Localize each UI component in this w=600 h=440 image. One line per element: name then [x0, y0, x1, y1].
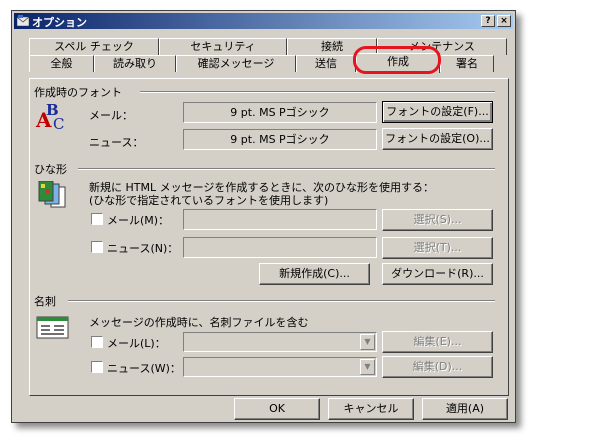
business-card-section-header: 名刺 [34, 295, 56, 308]
tab-spell-check[interactable]: スペル チェック [29, 38, 159, 55]
business-card-icon [36, 316, 69, 339]
close-button[interactable]: × [497, 15, 511, 27]
card-news-label: ニュース(W)： [107, 362, 181, 375]
tab-signatures[interactable]: 署名 [440, 55, 494, 72]
tab-send[interactable]: 送信 [296, 55, 356, 72]
chevron-down-icon[interactable]: ▼ [360, 359, 375, 375]
tab-security[interactable]: セキュリティ [159, 38, 287, 55]
chevron-down-icon[interactable]: ▼ [360, 334, 375, 350]
business-card-section-divider [68, 300, 495, 302]
card-news-checkbox[interactable] [91, 361, 103, 373]
card-mail-dropdown[interactable]: ▼ [183, 332, 377, 352]
news-font-label: ニュース： [89, 136, 144, 149]
stationery-news-checkbox[interactable] [91, 241, 103, 253]
card-mail-checkbox[interactable] [91, 336, 103, 348]
select-mail-stationery-button[interactable]: 選択(S)... [382, 209, 493, 231]
font-section-divider [140, 91, 495, 93]
outlook-express-icon [17, 15, 29, 26]
title-bar[interactable]: オプション ? × [14, 13, 513, 29]
card-mail-label: メール(L)： [107, 337, 166, 350]
help-button[interactable]: ? [481, 15, 495, 27]
font-abc-icon: A B C [35, 101, 64, 133]
create-new-stationery-button[interactable]: 新規作成(C)... [259, 263, 370, 285]
download-stationery-button[interactable]: ダウンロード(R)... [382, 263, 493, 285]
news-font-settings-button[interactable]: フォントの設定(O)... [382, 128, 493, 150]
card-news-dropdown[interactable]: ▼ [183, 357, 377, 377]
apply-button[interactable]: 適用(A) [422, 398, 508, 420]
stationery-font-note: (ひな形で指定されているフォントを使用します) [89, 194, 329, 207]
select-news-stationery-button[interactable]: 選択(T)... [382, 237, 493, 259]
options-dialog: オプション ? × スペル チェック セキュリティ 接続 メンテナンス 全般 読… [11, 10, 516, 423]
tab-general[interactable]: 全般 [29, 55, 94, 72]
stationery-icon [38, 181, 66, 208]
ok-button[interactable]: OK [234, 398, 320, 420]
mail-font-label: メール： [89, 109, 133, 122]
mail-font-settings-button[interactable]: フォントの設定(F)... [382, 101, 493, 123]
tab-receipts[interactable]: 確認メッセージ [176, 55, 296, 72]
tab-read[interactable]: 読み取り [94, 55, 176, 72]
compose-tab-highlight [353, 46, 441, 74]
mail-font-display: 9 pt. MS Pゴシック [183, 102, 377, 123]
edit-news-card-button[interactable]: 編集(D)... [382, 356, 493, 378]
stationery-mail-checkbox[interactable] [91, 213, 103, 225]
stationery-news-field [183, 237, 377, 258]
window-title: オプション [32, 16, 87, 29]
stationery-news-label: ニュース(N)： [107, 242, 179, 255]
stationery-mail-label: メール(M)： [107, 214, 170, 227]
stationery-section-divider [78, 168, 495, 170]
edit-mail-card-button[interactable]: 編集(E)... [382, 331, 493, 353]
cancel-button[interactable]: キャンセル [328, 398, 414, 420]
news-font-display: 9 pt. MS Pゴシック [183, 129, 377, 150]
stationery-mail-field [183, 209, 377, 230]
svg-text:C: C [53, 115, 64, 133]
stationery-section-header: ひな形 [34, 163, 67, 176]
font-section-header: 作成時のフォント [34, 86, 122, 99]
business-card-description: メッセージの作成時に、名刺ファイルを含む [89, 316, 309, 329]
